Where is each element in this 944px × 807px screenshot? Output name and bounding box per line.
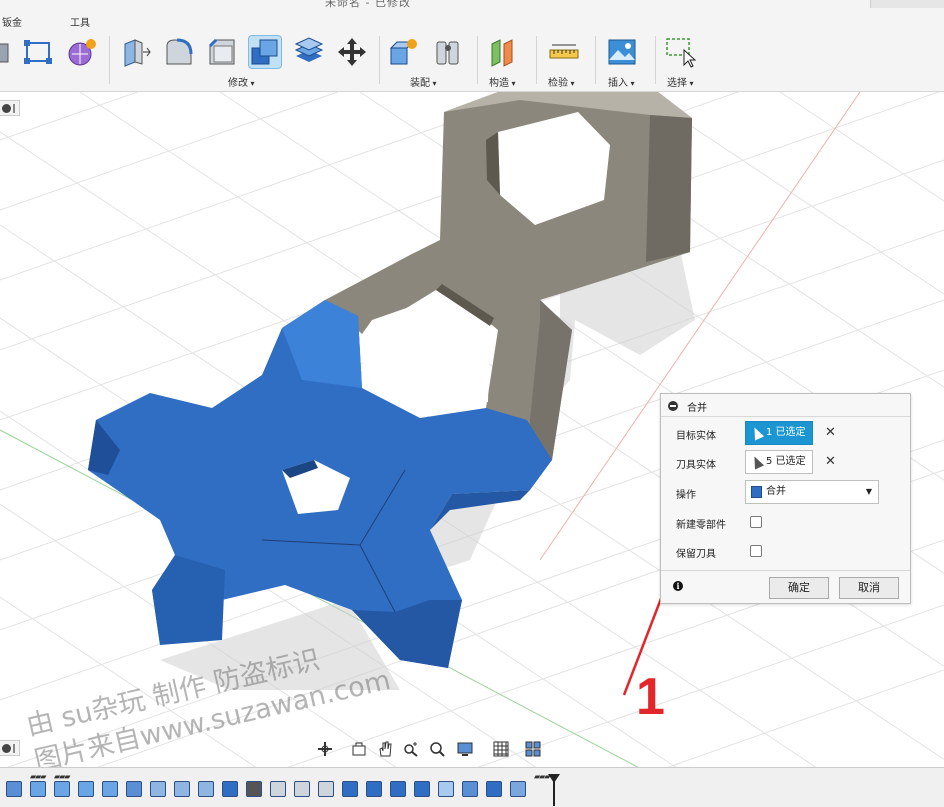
- timeline-sketch-icon[interactable]: [6, 781, 22, 797]
- timeline-move-icon[interactable]: [246, 781, 262, 797]
- combine-icon[interactable]: [248, 35, 282, 69]
- timeline-body-icon[interactable]: [294, 781, 310, 797]
- timeline-sketch-icon[interactable]: [462, 781, 478, 797]
- target-body-label: 目标实体: [676, 431, 716, 442]
- info-icon[interactable]: i: [673, 581, 683, 591]
- keep-tools-checkbox[interactable]: [750, 545, 762, 557]
- browser-toggle[interactable]: [0, 100, 20, 116]
- select-window-icon[interactable]: [664, 36, 697, 68]
- keep-tools-row: 保留刀具: [661, 537, 910, 565]
- timeline-group-mark: ▰▰▰: [30, 772, 47, 781]
- timeline-combine-icon[interactable]: [414, 781, 430, 797]
- new-component-checkbox[interactable]: [750, 516, 762, 528]
- timeline-group-mark: ▰▰▰: [54, 772, 71, 781]
- timeline-combine-icon[interactable]: [390, 781, 406, 797]
- operation-label: 操作: [676, 490, 696, 501]
- measure-icon[interactable]: [548, 36, 580, 68]
- annotation-number: 1: [636, 668, 665, 726]
- group-modify[interactable]: 修改: [228, 74, 255, 89]
- toolbar: 未命名 - 已修改 钣金 工具 修改 装配 构造: [0, 0, 944, 92]
- viewports-icon[interactable]: [525, 741, 541, 757]
- timeline-extrude-icon[interactable]: [78, 781, 94, 797]
- press-pull-icon[interactable]: [120, 36, 152, 68]
- look-at-icon[interactable]: [351, 741, 367, 757]
- timeline-combine-icon[interactable]: [366, 781, 382, 797]
- group-select[interactable]: 选择: [667, 74, 694, 89]
- offset-plane-icon[interactable]: [488, 36, 520, 68]
- cursor-icon: [749, 425, 765, 441]
- chamfer-icon[interactable]: [206, 36, 238, 68]
- target-body-select[interactable]: 1 已选定: [745, 421, 813, 445]
- pan-icon[interactable]: [377, 741, 393, 757]
- timeline-combine-icon[interactable]: [486, 781, 502, 797]
- joint-icon[interactable]: [432, 36, 464, 68]
- timeline-extrude-icon[interactable]: [30, 781, 46, 797]
- ok-button[interactable]: 确定: [769, 577, 829, 599]
- fillet-icon[interactable]: [163, 36, 195, 68]
- timeline-combine-icon[interactable]: [222, 781, 238, 797]
- new-component-label: 新建零部件: [676, 520, 726, 531]
- tool-body-value: 5 已选定: [766, 456, 806, 467]
- zoom-icon[interactable]: [403, 741, 419, 757]
- shell-icon[interactable]: [293, 36, 325, 68]
- clear-tool-button[interactable]: ✕: [825, 454, 836, 469]
- navigation-bar: [313, 738, 553, 760]
- orbit-icon[interactable]: [317, 741, 333, 757]
- chevron-down-icon: ▼: [865, 487, 872, 496]
- operation-dropdown[interactable]: 合并 ▼: [745, 480, 879, 504]
- target-body-row: 目标实体 1 已选定 ✕: [661, 419, 910, 447]
- cancel-button[interactable]: 取消: [839, 577, 899, 599]
- timeline-chamfer-icon[interactable]: [438, 781, 454, 797]
- tool-body-select[interactable]: 5 已选定: [745, 450, 813, 474]
- timeline-extrude-icon[interactable]: [102, 781, 118, 797]
- collapse-icon[interactable]: [668, 401, 678, 411]
- insert-image-icon[interactable]: [606, 36, 638, 68]
- timeline-fillet-icon[interactable]: [174, 781, 190, 797]
- timeline-pattern-icon[interactable]: [510, 781, 526, 797]
- window-title: 未命名 - 已修改: [325, 0, 411, 9]
- tool-body-row: 刀具实体 5 已选定 ✕: [661, 448, 910, 476]
- group-inspect[interactable]: 检验: [548, 74, 575, 89]
- timeline-sketch-icon[interactable]: [126, 781, 142, 797]
- join-icon: [751, 486, 762, 498]
- tool-body-label: 刀具实体: [676, 460, 716, 471]
- dialog-title: 合并: [687, 403, 707, 414]
- cursor-icon: [749, 454, 765, 470]
- timeline-fillet-icon[interactable]: [198, 781, 214, 797]
- timeline-body-icon[interactable]: [318, 781, 334, 797]
- timeline-extrude-icon[interactable]: [54, 781, 70, 797]
- tab-sheet-metal[interactable]: 钣金: [2, 14, 22, 29]
- partial-tool-icon[interactable]: [0, 36, 14, 68]
- comments-toggle[interactable]: [0, 740, 20, 756]
- timeline-marker-line[interactable]: [553, 780, 555, 806]
- keep-tools-label: 保留刀具: [676, 549, 716, 560]
- move-icon[interactable]: [336, 36, 368, 68]
- tab-tools[interactable]: 工具: [70, 14, 90, 29]
- operation-row: 操作 合并 ▼: [661, 478, 910, 506]
- new-component-row: 新建零部件: [661, 508, 910, 536]
- window-controls[interactable]: [870, 0, 944, 8]
- timeline-combine-icon[interactable]: [342, 781, 358, 797]
- dialog-header: 合并: [661, 394, 910, 417]
- timeline-fillet-icon[interactable]: [150, 781, 166, 797]
- group-assemble[interactable]: 装配: [410, 74, 437, 89]
- clear-target-button[interactable]: ✕: [825, 425, 836, 440]
- grid-settings-icon[interactable]: [493, 741, 509, 757]
- zoom-window-icon[interactable]: [429, 741, 445, 757]
- sketch-dimension-icon[interactable]: [22, 36, 54, 68]
- group-insert[interactable]: 插入: [608, 74, 635, 89]
- target-body-value: 1 已选定: [766, 427, 806, 438]
- operation-value: 合并: [766, 486, 786, 497]
- new-component-icon[interactable]: [388, 36, 420, 68]
- timeline-body-icon[interactable]: [270, 781, 286, 797]
- form-icon[interactable]: [66, 36, 98, 68]
- group-construct[interactable]: 构造: [489, 74, 516, 89]
- dialog-footer: i 确定 取消: [661, 570, 910, 604]
- timeline: ▰▰▰ ▰▰▰ ▰▰▰: [0, 767, 944, 807]
- combine-dialog: 合并 目标实体 1 已选定 ✕ 刀具实体 5 已选定 ✕ 操作 合并 ▼ 新建零…: [660, 393, 911, 604]
- display-settings-icon[interactable]: [457, 741, 473, 757]
